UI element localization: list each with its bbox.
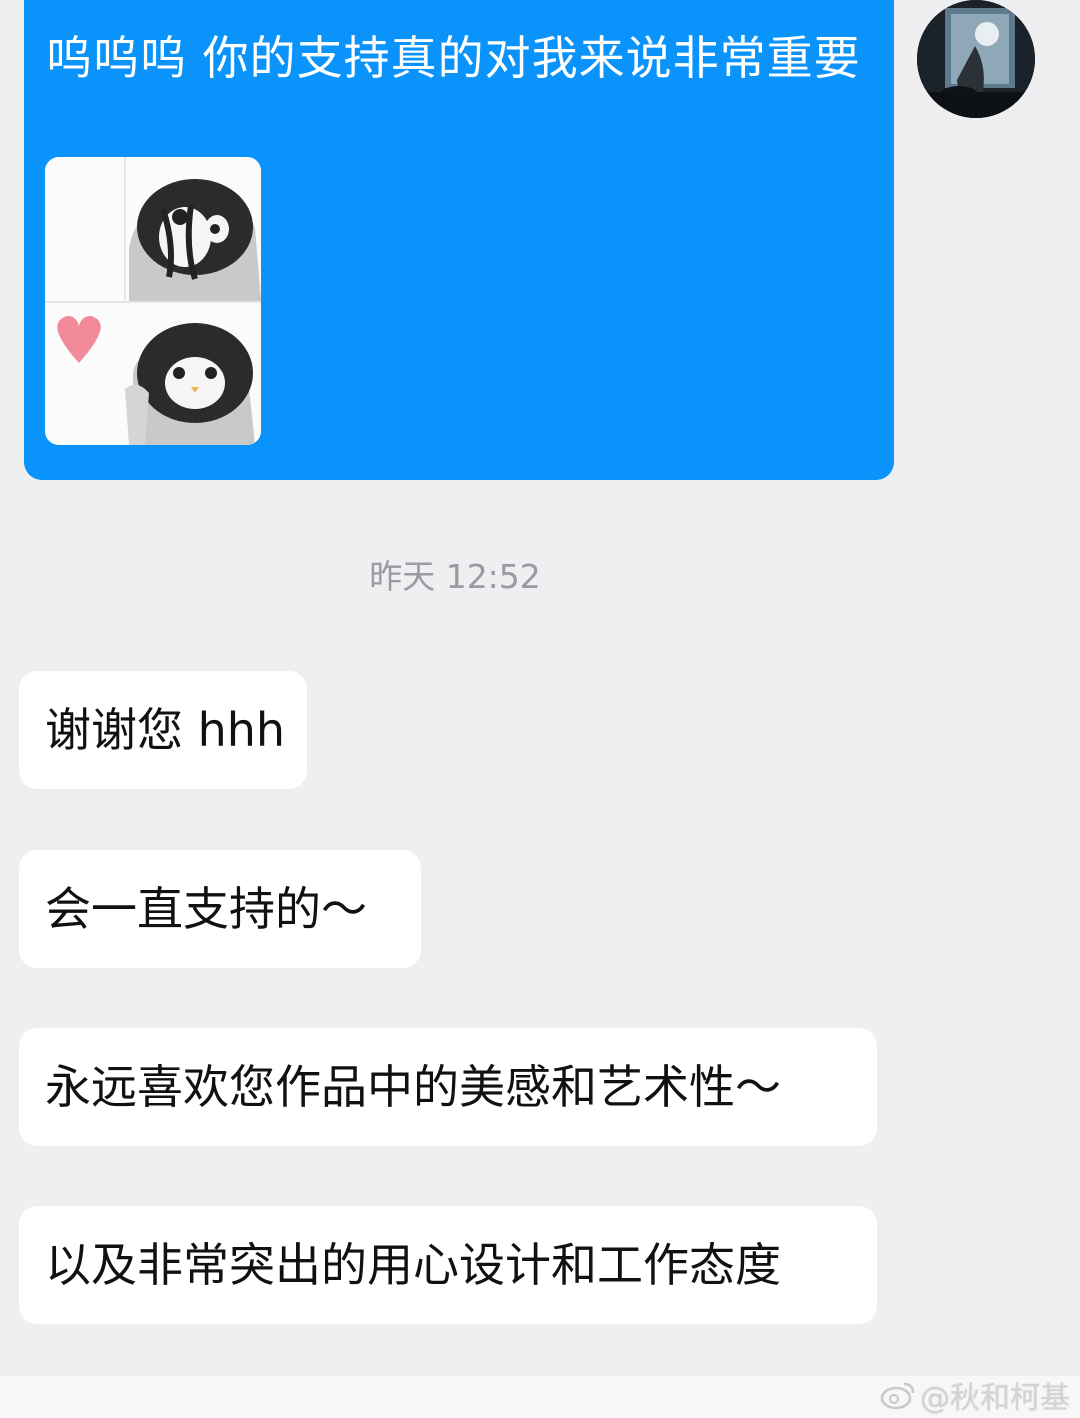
penguin-heart-sticker[interactable] (45, 157, 261, 445)
watermark-text: @秋和柯基 (920, 1381, 1070, 1416)
avatar-image (917, 0, 1035, 118)
incoming-message-bubble[interactable]: 以及非常突出的用心设计和工作态度 (19, 1206, 877, 1324)
outgoing-message-bubble[interactable]: 呜呜呜 你的支持真的对我来说非常重要 (24, 0, 894, 480)
incoming-message-text: 谢谢您 hhh (45, 703, 286, 757)
incoming-message-bubble[interactable]: 会一直支持的～ (19, 850, 421, 968)
penguin-sticker-image (45, 157, 261, 445)
outgoing-message-text: 呜呜呜 你的支持真的对我来说非常重要 (46, 31, 861, 85)
watermark: @秋和柯基 (880, 1376, 1070, 1416)
weibo-icon (880, 1382, 915, 1410)
message-timestamp: 昨天 12:52 (369, 557, 541, 596)
user-avatar[interactable] (917, 0, 1035, 118)
incoming-message-text: 以及非常突出的用心设计和工作态度 (45, 1238, 781, 1292)
incoming-message-bubble[interactable]: 永远喜欢您作品中的美感和艺术性～ (19, 1028, 877, 1146)
incoming-message-bubble[interactable]: 谢谢您 hhh (19, 671, 307, 789)
incoming-message-text: 永远喜欢您作品中的美感和艺术性～ (45, 1060, 781, 1114)
chat-window: 呜呜呜 你的支持真的对我来说非常重要 昨天 12:52 谢谢您 hhh 会一直支… (0, 0, 1080, 1418)
incoming-message-text: 会一直支持的～ (45, 882, 367, 936)
